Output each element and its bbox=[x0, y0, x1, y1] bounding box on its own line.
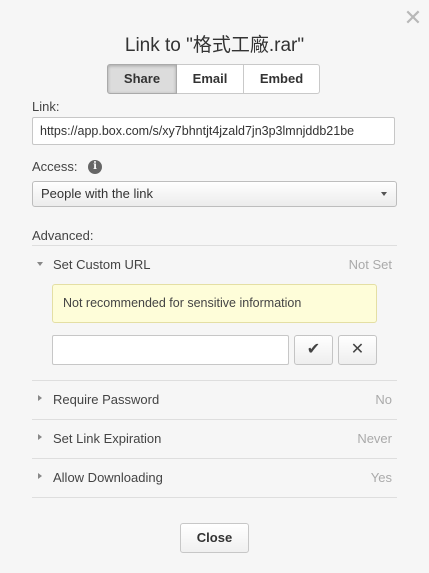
allow-downloading-row[interactable]: Allow Downloading Yes bbox=[32, 468, 397, 488]
warning-notice: Not recommended for sensitive informatio… bbox=[52, 284, 377, 323]
divider bbox=[32, 245, 397, 246]
caret-down-icon bbox=[37, 262, 43, 266]
tab-embed[interactable]: Embed bbox=[244, 64, 320, 94]
share-tabs: Share Email Embed bbox=[107, 64, 320, 94]
close-icon: ✕ bbox=[350, 341, 365, 358]
confirm-button[interactable]: ✔ bbox=[294, 335, 333, 365]
link-url-field[interactable]: https://app.box.com/s/xy7bhntjt4jzald7jn… bbox=[32, 117, 395, 145]
access-label: Access: bbox=[32, 159, 78, 174]
divider bbox=[32, 380, 397, 381]
link-expiration-value: Never bbox=[357, 431, 392, 446]
dialog-title: Link to "格式工廠.rar" bbox=[124, 35, 305, 56]
caret-right-icon bbox=[38, 473, 42, 479]
custom-url-row[interactable]: Set Custom URL Not Set bbox=[32, 255, 397, 275]
divider bbox=[32, 458, 397, 459]
caret-right-icon bbox=[38, 395, 42, 401]
divider bbox=[32, 419, 397, 420]
custom-url-input[interactable] bbox=[52, 335, 289, 365]
allow-downloading-value: Yes bbox=[370, 470, 392, 485]
link-label: Link: bbox=[32, 99, 60, 114]
close-dialog-icon[interactable]: ✕ bbox=[403, 7, 423, 29]
info-icon[interactable]: i bbox=[88, 160, 102, 174]
access-select[interactable]: People with the link bbox=[32, 181, 397, 207]
link-expiration-label: Set Link Expiration bbox=[53, 431, 162, 446]
tab-email[interactable]: Email bbox=[177, 64, 244, 94]
require-password-label: Require Password bbox=[53, 392, 160, 407]
caret-right-icon bbox=[38, 434, 42, 440]
require-password-value: No bbox=[375, 392, 392, 407]
divider bbox=[32, 497, 397, 498]
cancel-button[interactable]: ✕ bbox=[338, 335, 377, 365]
advanced-label: Advanced: bbox=[32, 228, 94, 243]
checkmark-icon: ✔ bbox=[306, 341, 321, 358]
link-expiration-row[interactable]: Set Link Expiration Never bbox=[32, 429, 397, 449]
chevron-down-icon bbox=[381, 192, 387, 196]
access-selected-value: People with the link bbox=[41, 186, 154, 201]
tab-share[interactable]: Share bbox=[107, 64, 177, 94]
require-password-row[interactable]: Require Password No bbox=[32, 390, 397, 410]
custom-url-value: Not Set bbox=[348, 257, 392, 272]
allow-downloading-label: Allow Downloading bbox=[53, 470, 163, 485]
custom-url-label: Set Custom URL bbox=[53, 257, 151, 272]
close-button[interactable]: Close bbox=[180, 523, 249, 553]
